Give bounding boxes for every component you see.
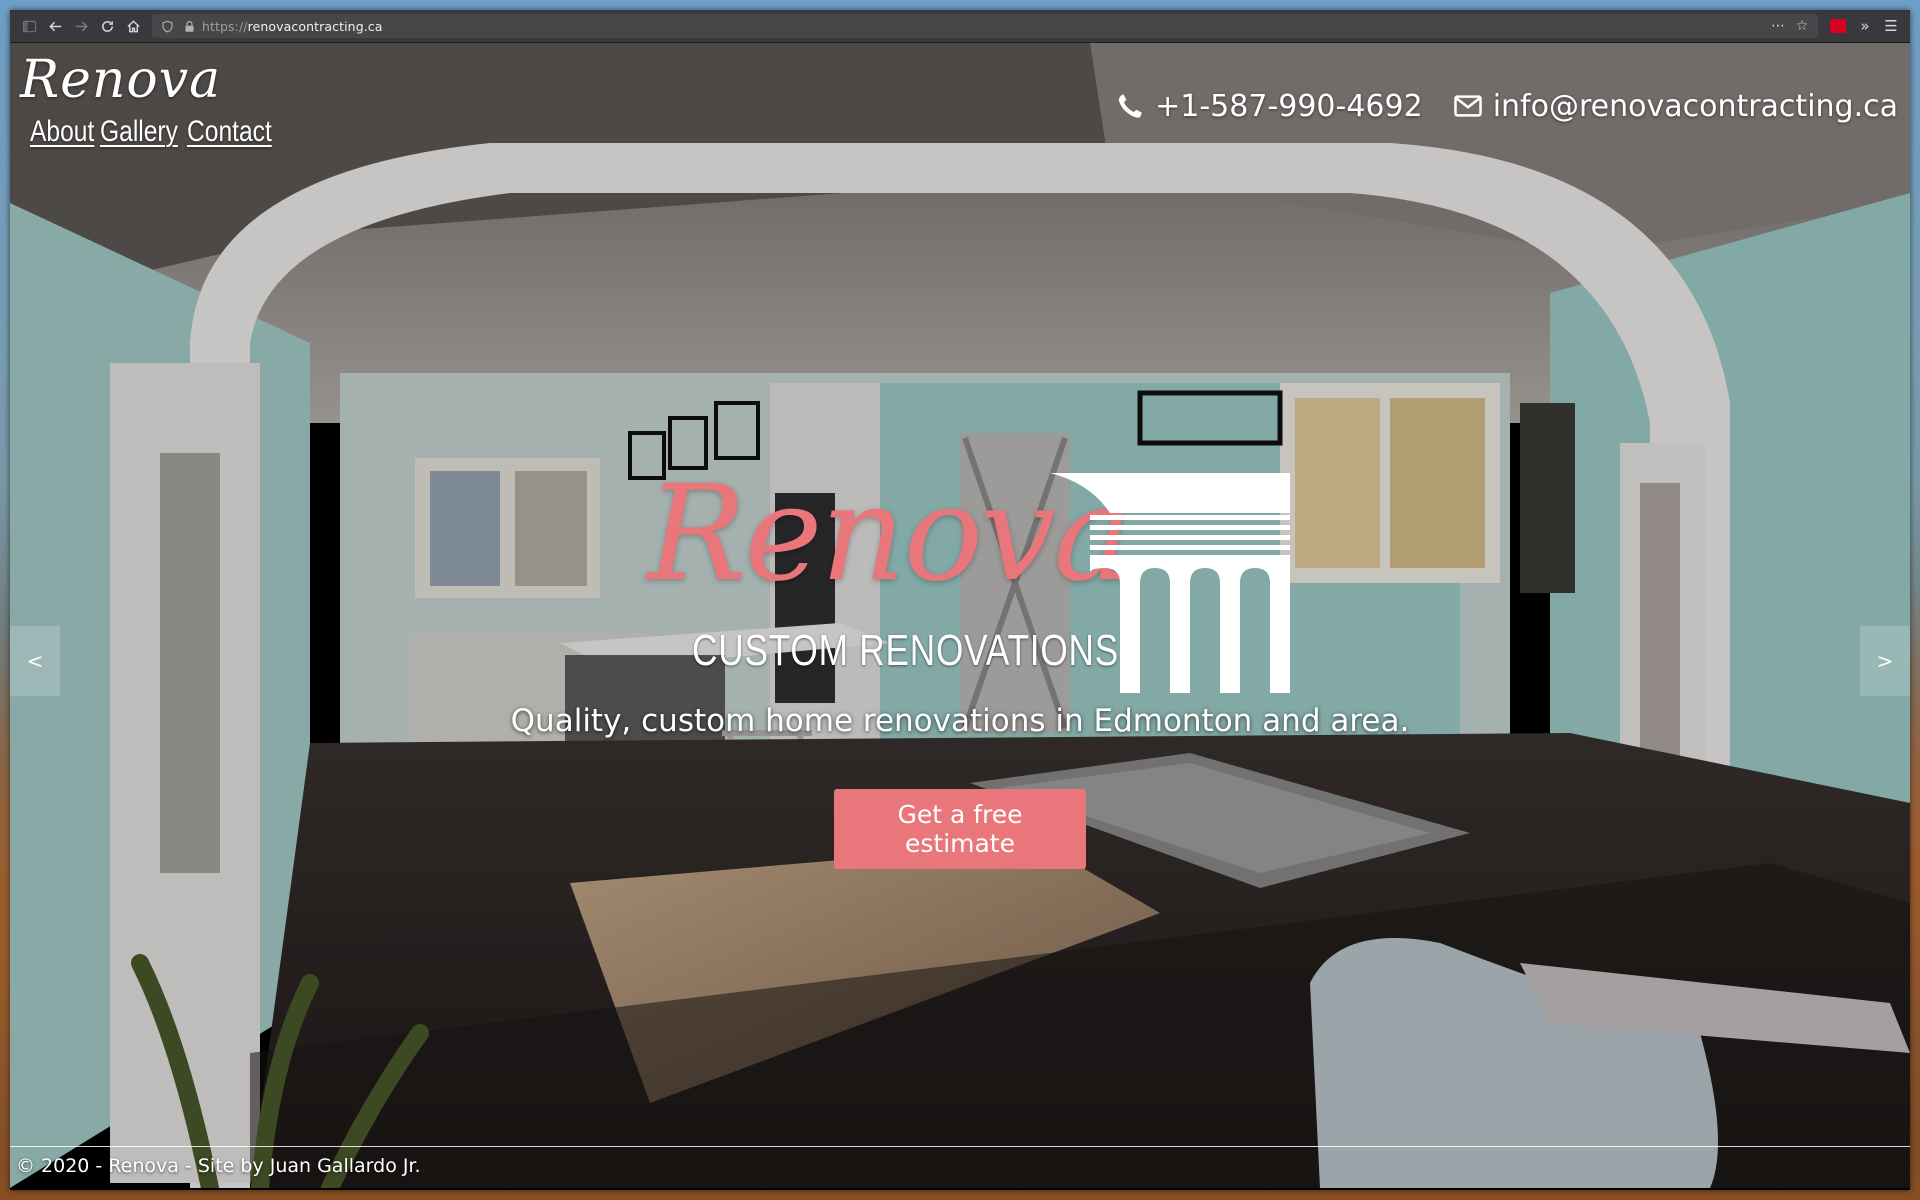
shield-icon[interactable]	[158, 17, 176, 35]
hero-tagline: Quality, custom home renovations in Edmo…	[510, 703, 1410, 739]
url-text: https://renovacontracting.ca	[202, 18, 383, 34]
nav-link-gallery[interactable]: Gallery	[100, 115, 178, 149]
email-address: info@renovacontracting.ca	[1492, 88, 1898, 124]
carousel-prev-button[interactable]: <	[10, 626, 60, 696]
reload-icon[interactable]	[94, 13, 120, 39]
hero-logo: Renova CUSTOM RENOVATIONS	[630, 428, 1290, 693]
nav-link-about[interactable]: About	[30, 115, 94, 149]
site-logo[interactable]: Renova	[20, 51, 273, 109]
browser-window: https://renovacontracting.ca ⋯ ☆ » ☰ Ren…	[10, 10, 1910, 1190]
contact-bar: +1-587-990-4692 info@renovacontracting.c…	[1115, 63, 1898, 149]
main-nav: About Gallery Contact	[30, 115, 273, 149]
overflow-icon[interactable]: »	[1852, 13, 1878, 39]
phone-contact[interactable]: +1-587-990-4692	[1115, 89, 1423, 124]
site-footer: © 2020 - Renova - Site by Juan Gallardo …	[10, 1146, 1910, 1190]
address-bar[interactable]: https://renovacontracting.ca ⋯ ☆	[152, 14, 1818, 38]
phone-icon	[1118, 94, 1142, 118]
page-actions-icon[interactable]: ⋯	[1768, 18, 1788, 34]
free-estimate-button[interactable]: Get a free estimate	[834, 789, 1086, 869]
lock-icon[interactable]	[180, 17, 198, 35]
column-logo-icon	[1050, 473, 1290, 693]
site-header: Renova About Gallery Contact +1-587-990-…	[10, 43, 1910, 149]
header-left: Renova About Gallery Contact	[20, 51, 273, 149]
email-contact[interactable]: info@renovacontracting.ca	[1453, 89, 1898, 124]
extension-icon[interactable]	[1830, 19, 1846, 33]
carousel-next-button[interactable]: >	[1860, 626, 1910, 696]
bookmark-star-icon[interactable]: ☆	[1792, 18, 1812, 34]
phone-number: +1-587-990-4692	[1155, 88, 1423, 124]
forward-icon[interactable]	[68, 13, 94, 39]
footer-copyright: © 2020 - Renova - Site by Juan Gallardo …	[16, 1155, 421, 1177]
back-icon[interactable]	[42, 13, 68, 39]
page-viewport: Renova About Gallery Contact +1-587-990-…	[10, 43, 1910, 1190]
envelope-icon	[1453, 95, 1482, 117]
nav-link-contact[interactable]: Contact	[187, 115, 272, 149]
sidebar-icon[interactable]	[16, 13, 42, 39]
menu-icon[interactable]: ☰	[1878, 13, 1904, 39]
home-icon[interactable]	[120, 13, 146, 39]
browser-toolbar: https://renovacontracting.ca ⋯ ☆ » ☰	[10, 10, 1910, 43]
